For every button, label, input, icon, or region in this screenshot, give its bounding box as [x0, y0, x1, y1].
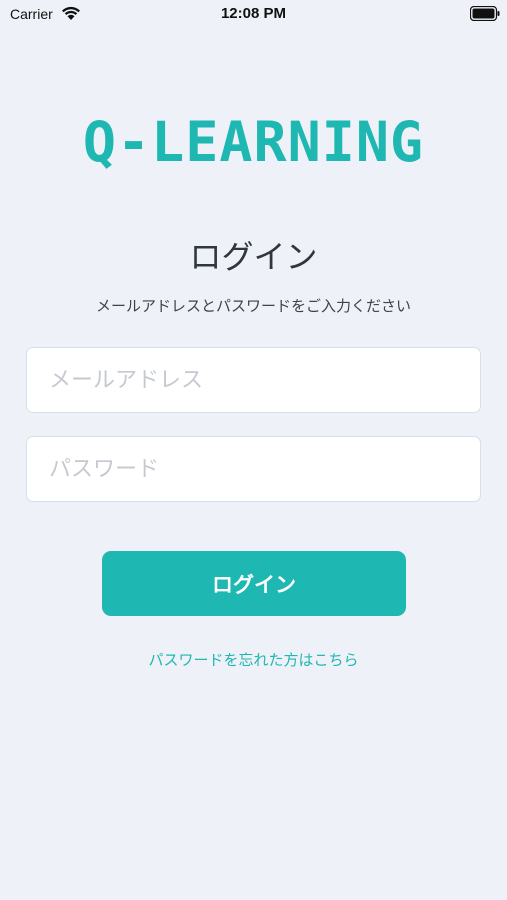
- status-bar: Carrier 12:08 PM: [0, 0, 507, 28]
- forgot-password-link[interactable]: パスワードを忘れた方はこちら: [0, 649, 507, 670]
- login-button[interactable]: ログイン: [102, 551, 406, 616]
- login-subtitle: メールアドレスとパスワードをご入力ください: [95, 297, 411, 315]
- login-title: ログイン: [189, 238, 318, 276]
- status-time: 12:08 PM: [220, 5, 287, 22]
- app-logo: Q-LEARNING: [82, 110, 425, 174]
- password-input[interactable]: [26, 436, 481, 502]
- email-input[interactable]: [26, 347, 481, 413]
- battery-icon: [470, 6, 500, 21]
